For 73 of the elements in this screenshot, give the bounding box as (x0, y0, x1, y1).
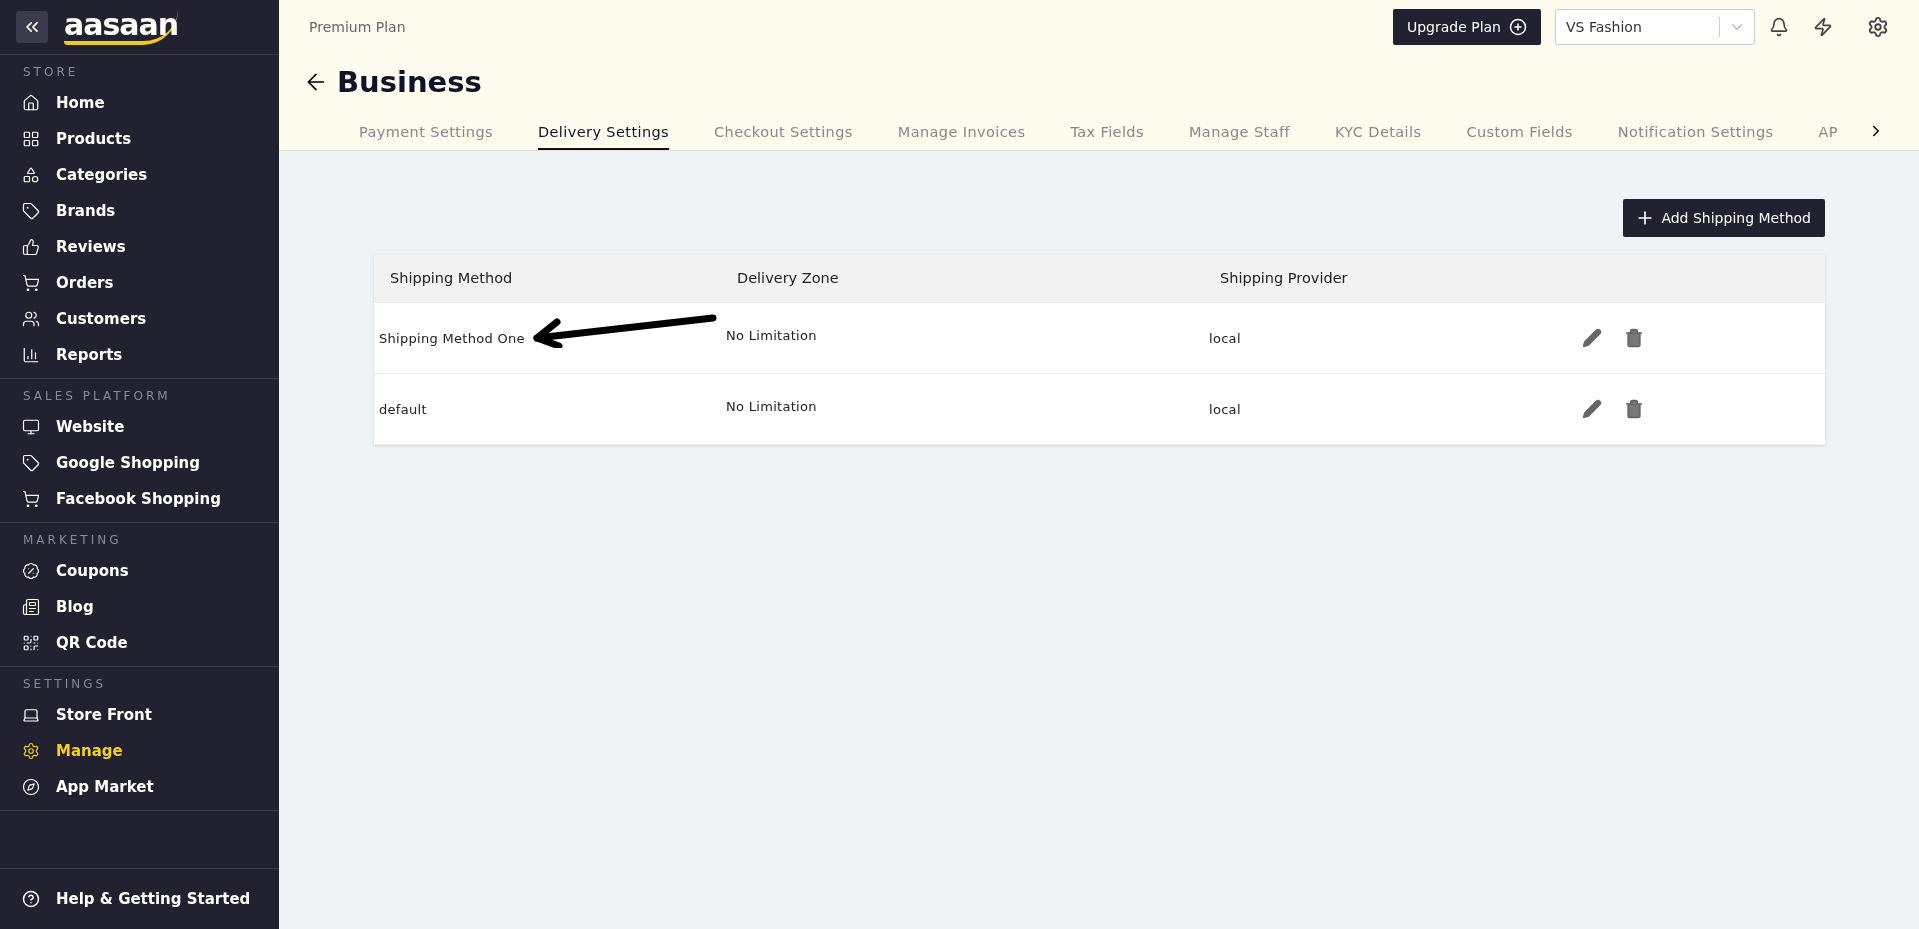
tab[interactable]: Payment Settings (359, 124, 493, 150)
document-icon (22, 598, 40, 616)
tab[interactable]: Checkout Settings (714, 124, 853, 150)
column-header: Shipping Method (389, 270, 514, 286)
percent-badge-icon (22, 562, 40, 580)
thumbs-up-icon (22, 238, 40, 256)
home-icon (22, 94, 40, 112)
tab[interactable]: Tax Fields (1070, 124, 1144, 150)
tab[interactable]: Notification Settings (1617, 124, 1774, 150)
sidebar-item[interactable]: Orders (0, 265, 279, 301)
sidebar-item[interactable]: Website (0, 409, 279, 445)
upgrade-button[interactable]: Upgrade Plan (1392, 9, 1541, 45)
sidebar-item[interactable]: Reports (0, 337, 279, 373)
sidebar-item[interactable]: Google Shopping (0, 445, 279, 481)
grid-icon (22, 130, 40, 148)
laptop-icon (22, 706, 40, 724)
plus-circle-icon (1509, 18, 1527, 36)
table-cell-text: Shipping Method One (378, 330, 526, 346)
table-cell-text: No Limitation (725, 327, 818, 343)
cart-icon (22, 490, 40, 508)
users-icon (22, 310, 40, 328)
qr-code-icon (22, 634, 40, 652)
add-shipping-method-button[interactable]: Add Shipping Method (1623, 199, 1825, 237)
bell-icon[interactable] (1769, 17, 1789, 37)
sidebar-item[interactable]: Reviews (0, 229, 279, 265)
sidebar-item[interactable]: Store Front (0, 697, 279, 733)
section-title: SALES PLATFORM (22, 389, 172, 405)
column-header: Shipping Provider (1219, 270, 1349, 286)
table-cell-text: local (1208, 330, 1242, 346)
compass-icon (22, 778, 40, 796)
table-cell-text: No Limitation (725, 398, 818, 414)
tab[interactable]: Manage Invoices (897, 124, 1026, 150)
sidebar-item[interactable]: QR Code (0, 625, 279, 661)
tab[interactable]: KYC Details (1334, 124, 1422, 150)
sidebar-item[interactable]: Customers (0, 301, 279, 337)
shapes-icon (22, 166, 40, 184)
delete-icon[interactable] (1624, 399, 1644, 419)
table-cell-text: default (378, 401, 428, 417)
plan-label: Premium Plan (309, 19, 406, 35)
edit-icon[interactable] (1582, 328, 1602, 348)
help-link[interactable]: Help & Getting Started (0, 869, 279, 929)
sidebar-item[interactable]: Categories (0, 157, 279, 193)
column-header: Delivery Zone (736, 270, 840, 286)
section-title: MARKETING (22, 533, 123, 549)
logo[interactable]: aasaan (64, 9, 179, 45)
sidebar-item[interactable]: Manage (0, 733, 279, 769)
help-icon (22, 890, 40, 908)
delete-icon[interactable] (1624, 328, 1644, 348)
sidebar-item[interactable]: Facebook Shopping (0, 481, 279, 517)
store-select[interactable]: VS Fashion (1555, 9, 1755, 45)
settings-icon (22, 742, 40, 760)
monitor-icon (22, 418, 40, 436)
cart-icon (22, 274, 40, 292)
edit-icon[interactable] (1582, 399, 1602, 419)
table-cell-text: local (1208, 401, 1242, 417)
sidebar-item[interactable]: Blog (0, 589, 279, 625)
tag-icon (22, 202, 40, 220)
tab[interactable]: Delivery Settings (537, 124, 670, 150)
lightning-icon[interactable] (1813, 17, 1833, 37)
sidebar-item[interactable]: Home (0, 85, 279, 121)
page-title: Business (337, 65, 482, 99)
collapse-button[interactable] (16, 11, 48, 43)
tag-icon (22, 454, 40, 472)
sidebar-item[interactable]: Coupons (0, 553, 279, 589)
tab[interactable]: Custom Fields (1466, 124, 1573, 150)
sidebar-item[interactable]: Brands (0, 193, 279, 229)
section-title: STORE (22, 65, 80, 81)
sidebar-item[interactable]: Products (0, 121, 279, 157)
sidebar-item[interactable]: App Market (0, 769, 279, 805)
section-title: SETTINGS (22, 677, 108, 693)
settings-icon[interactable] (1867, 16, 1889, 38)
bar-chart-icon (22, 346, 40, 364)
tab[interactable]: Manage Staff (1188, 124, 1290, 150)
